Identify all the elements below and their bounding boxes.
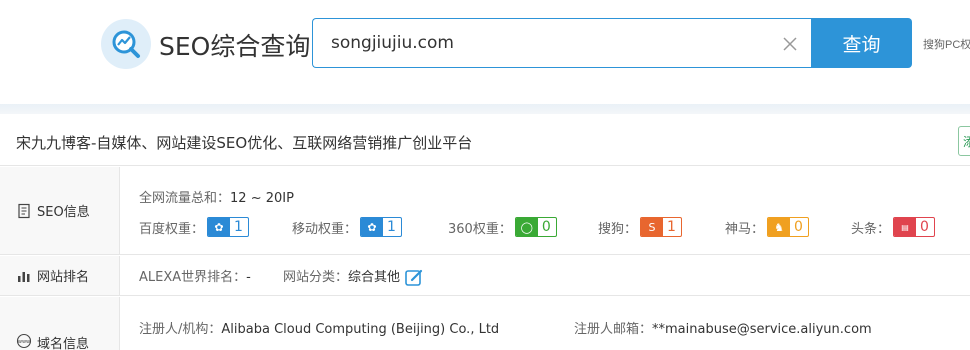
seo-info-label: SEO信息 (0, 167, 120, 254)
360-rank: 360权重： ◯ 0 (448, 217, 557, 237)
header-bar: SEO综合查询 查询 搜狗PC权 (0, 0, 970, 104)
360-rank-value: 0 (537, 219, 556, 235)
shenma-rank-badge[interactable]: ♞ 0 (767, 217, 809, 237)
seo-info-row: SEO信息 (0, 167, 970, 255)
mobile-paw-icon: ✿ (361, 218, 384, 236)
alexa-rank-label: ALEXA世界排名： (139, 270, 247, 285)
logo-chart-icon[interactable] (101, 19, 151, 69)
clear-icon[interactable] (781, 35, 799, 53)
sogou-rank-badge[interactable]: S 1 (640, 217, 682, 237)
shenma-icon: ♞ (768, 218, 791, 236)
360-rank-badge[interactable]: ◯ 0 (514, 217, 557, 237)
mobile-rank-value: 1 (383, 219, 401, 235)
sogou-pc-link[interactable]: 搜狗PC权 (923, 36, 970, 52)
baidu-rank: 百度权重： ✿ 1 (139, 217, 249, 237)
toutiao-icon: ▤ (894, 218, 917, 236)
logo-title[interactable]: SEO综合查询 (159, 27, 310, 63)
add-button[interactable]: 添 (958, 126, 970, 156)
registrant-value: Alibaba Cloud Computing (Beijing) Co., L… (221, 322, 500, 337)
mobile-rank: 移动权重： ✿ 1 (292, 217, 402, 237)
baidu-rank-value: 1 (230, 219, 248, 235)
svg-text:www: www (18, 339, 30, 345)
shenma-rank: 神马： ♞ 0 (725, 217, 809, 237)
site-rank-label: 网站排名 (0, 256, 120, 295)
site-category: 网站分类：综合其他 (283, 266, 424, 288)
360-rank-label: 360权重： (448, 221, 512, 237)
traffic-value: 12 ~ 20IP (230, 191, 294, 206)
toutiao-rank: 头条： ▤ 0 (851, 217, 935, 237)
seo-info-text: SEO信息 (37, 205, 90, 220)
www-globe-icon: www (16, 333, 32, 349)
registrant-email-label: 注册人邮箱： (574, 322, 653, 337)
sogou-rank-value: 1 (663, 219, 681, 235)
shenma-rank-value: 0 (790, 219, 808, 235)
traffic-label: 全网流量总和： (139, 191, 231, 206)
registrant-email: 注册人邮箱：**mainabuse@service.aliyun.com (574, 318, 872, 337)
baidu-paw-icon: ✿ (208, 218, 231, 236)
registrant: 注册人/机构：Alibaba Cloud Computing (Beijing)… (139, 318, 499, 337)
registrant-label: 注册人/机构： (139, 322, 222, 337)
domain-info-text: 域名信息 (37, 337, 90, 350)
site-category-value: 综合其他 (348, 270, 401, 285)
site-rank-text: 网站排名 (37, 270, 90, 285)
site-category-label: 网站分类： (283, 270, 349, 285)
site-title: 宋九九博客-自媒体、网站建设SEO优化、互联网络营销推广创业平台 (16, 134, 473, 152)
site-title-row: 宋九九博客-自媒体、网站建设SEO优化、互联网络营销推广创业平台 添 (0, 114, 970, 166)
360-icon: ◯ (515, 218, 538, 236)
baidu-rank-badge[interactable]: ✿ 1 (207, 217, 249, 237)
alexa-rank-value: - (246, 270, 251, 285)
search-box (312, 18, 812, 68)
search-button[interactable]: 查询 (811, 18, 912, 68)
traffic-total: 全网流量总和：12 ~ 20IP (139, 187, 294, 206)
header-divider (0, 104, 970, 114)
search-input[interactable] (331, 31, 761, 55)
alexa-rank: ALEXA世界排名：- (139, 266, 251, 285)
shenma-rank-label: 神马： (725, 221, 765, 237)
toutiao-rank-label: 头条： (851, 221, 891, 237)
baidu-rank-label: 百度权重： (139, 221, 205, 237)
registrant-email-value: **mainabuse@service.aliyun.com (652, 322, 872, 337)
mobile-rank-badge[interactable]: ✿ 1 (360, 217, 402, 237)
toutiao-rank-value: 0 (916, 219, 934, 235)
sogou-rank: 搜狗： S 1 (598, 217, 682, 237)
domain-info-label: www 域名信息 (0, 297, 120, 350)
sogou-icon: S (641, 218, 664, 236)
bar-chart-icon (18, 271, 30, 282)
sogou-rank-label: 搜狗： (598, 221, 638, 237)
toutiao-rank-badge[interactable]: ▤ 0 (893, 217, 935, 237)
document-icon (18, 203, 30, 218)
edit-icon[interactable] (404, 268, 424, 288)
mobile-rank-label: 移动权重： (292, 221, 358, 237)
